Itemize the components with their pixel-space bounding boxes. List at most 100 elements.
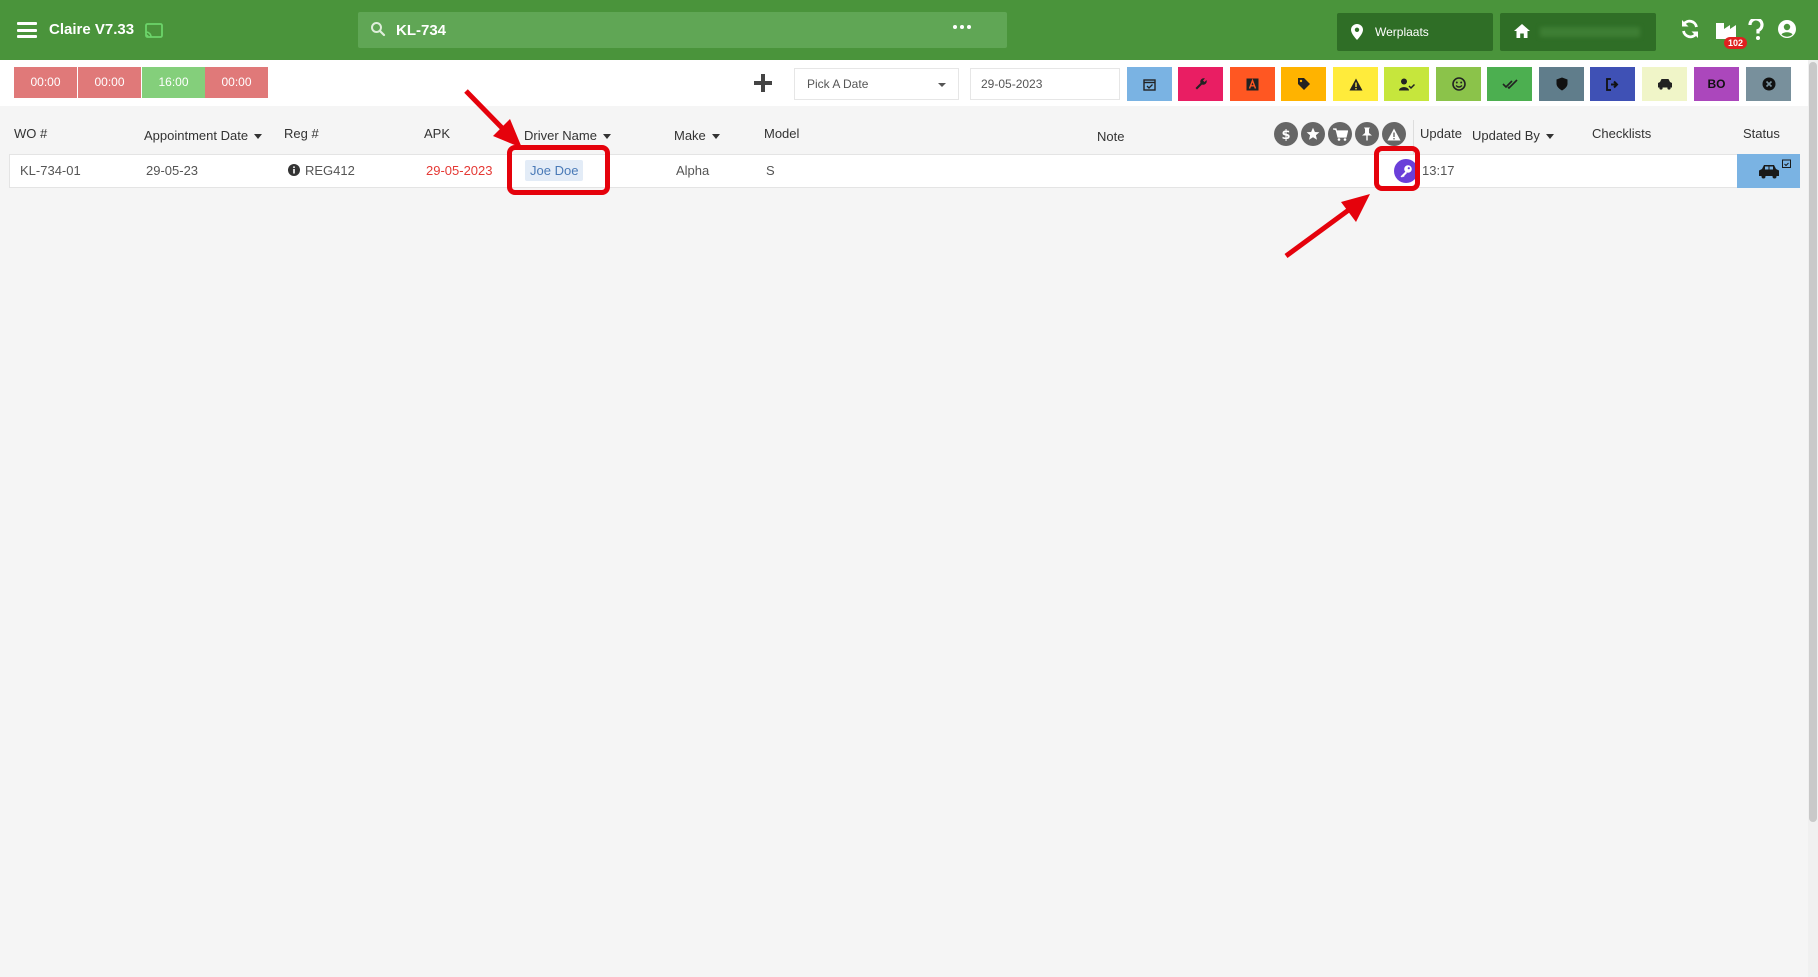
smiley-icon (1451, 77, 1466, 91)
column-update: Update (1420, 126, 1462, 141)
home-selector[interactable] (1500, 13, 1656, 51)
column-appointment-date-label: Appointment Date (144, 128, 249, 143)
star-icon[interactable] (1301, 122, 1325, 146)
warning-icon[interactable] (1382, 122, 1406, 146)
search-input[interactable] (396, 12, 916, 48)
dollar-icon[interactable]: $ (1274, 122, 1298, 146)
car-icon (1657, 79, 1672, 90)
column-driver-name-label: Driver Name (524, 128, 597, 143)
cell-wo[interactable]: KL-734-01 (20, 163, 81, 178)
sign-out-icon (1605, 77, 1618, 91)
column-make-label: Make (674, 128, 706, 143)
filter-calendar-check-button[interactable] (1127, 67, 1172, 101)
factory-icon[interactable] (1715, 19, 1737, 39)
sort-caret-icon[interactable] (602, 134, 611, 140)
search-bar (358, 12, 1007, 48)
filter-smiley-button[interactable] (1436, 67, 1481, 101)
page-scrollbar[interactable] (1808, 60, 1818, 977)
cell-apk: 29-05-2023 (426, 163, 493, 178)
arrow-to-key-line (1284, 206, 1352, 259)
chevron-down-icon (938, 83, 946, 87)
wrench-icon (1195, 78, 1207, 90)
time-slot-4[interactable]: 00:00 (205, 67, 268, 98)
time-slot-3[interactable]: 16:00 (142, 67, 205, 98)
refresh-icon[interactable] (1680, 19, 1700, 39)
column-checklists: Checklists (1592, 126, 1652, 141)
column-reg: Reg # (284, 126, 319, 141)
filter-shield-button[interactable] (1539, 67, 1584, 101)
add-icon[interactable] (754, 74, 772, 92)
location-label: Werplaats (1375, 25, 1429, 39)
filter-close-button[interactable] (1746, 67, 1791, 101)
cell-reg: REG412 (288, 163, 355, 178)
status-cell[interactable] (1737, 154, 1800, 188)
home-icon (1514, 24, 1530, 38)
scrollbar-thumb[interactable] (1809, 62, 1817, 822)
driver-name-highlight (507, 145, 610, 195)
filter-bo-button[interactable]: BO (1694, 67, 1739, 101)
search-icon (371, 22, 386, 37)
user-account-icon[interactable] (1777, 19, 1797, 39)
column-wo: WO # (14, 126, 48, 141)
cast-icon[interactable] (145, 23, 163, 39)
column-updated-by-label: Updated By (1472, 128, 1540, 143)
filter-toolbar: 00:00 00:00 16:00 00:00 Pick A Date BO (0, 60, 1818, 106)
cell-model: S (766, 163, 775, 178)
help-icon[interactable] (1748, 19, 1764, 41)
tag-icon (1297, 78, 1310, 90)
car-icon (1759, 165, 1779, 179)
filter-wrench-button[interactable] (1178, 67, 1223, 101)
sort-caret-icon[interactable] (254, 134, 263, 140)
column-driver-name[interactable]: Driver Name (524, 128, 611, 143)
filter-letter-a-button[interactable] (1230, 67, 1275, 101)
arrow-to-key-head (1341, 194, 1370, 222)
notification-badge: 102 (1724, 37, 1748, 49)
filter-car-button[interactable] (1642, 67, 1687, 101)
filter-double-check-button[interactable] (1487, 67, 1532, 101)
close-circle-icon (1762, 77, 1775, 91)
menu-icon[interactable] (17, 22, 37, 38)
sort-caret-icon[interactable] (1545, 134, 1554, 140)
svg-text:$: $ (1281, 128, 1290, 141)
cell-appointment-date: 29-05-23 (146, 163, 199, 178)
column-updated-by[interactable]: Updated By (1472, 128, 1554, 143)
date-input[interactable] (970, 68, 1120, 100)
filter-tag-button[interactable] (1281, 67, 1326, 101)
double-check-icon (1501, 79, 1518, 89)
column-model: Model (764, 126, 800, 141)
cell-reg-value: REG412 (305, 163, 355, 178)
filter-user-check-button[interactable] (1384, 67, 1429, 101)
cell-make: Alpha (676, 163, 710, 178)
column-appointment-date[interactable]: Appointment Date (144, 128, 263, 143)
letter-a-icon (1246, 78, 1259, 90)
table-row[interactable]: KL-734-01 29-05-23 REG412 29-05-2023 Joe… (9, 154, 1800, 188)
info-icon[interactable] (288, 164, 300, 176)
date-picker[interactable]: Pick A Date (794, 68, 959, 100)
more-options-icon[interactable] (953, 25, 971, 29)
column-make[interactable]: Make (674, 128, 720, 143)
shield-icon (1556, 77, 1567, 91)
user-check-icon (1398, 78, 1415, 90)
filter-warning-button[interactable] (1333, 67, 1378, 101)
warning-icon (1349, 78, 1362, 90)
calendar-check-icon (1782, 159, 1791, 168)
filter-sign-out-button[interactable] (1590, 67, 1635, 101)
key-icon-highlight (1374, 146, 1420, 191)
time-slot-2[interactable]: 00:00 (78, 67, 141, 98)
cell-update: 13:17 (1422, 163, 1455, 178)
column-note: Note (1097, 129, 1125, 144)
location-selector[interactable]: Werplaats (1337, 13, 1493, 51)
table-header: WO # Appointment Date Reg # APK Driver N… (0, 106, 1818, 154)
column-status: Status (1743, 126, 1780, 141)
top-app-bar: Claire V7.33 Werplaats 102 (0, 0, 1818, 60)
app-title: Claire V7.33 (49, 21, 135, 38)
map-pin-icon (1351, 24, 1363, 40)
date-picker-placeholder: Pick A Date (807, 77, 869, 91)
time-slot-1[interactable]: 00:00 (14, 67, 77, 98)
pin-icon[interactable] (1355, 122, 1379, 146)
sort-caret-icon[interactable] (711, 134, 720, 140)
cart-icon[interactable] (1328, 122, 1352, 146)
column-apk: APK (424, 126, 451, 141)
home-label-blurred (1540, 27, 1640, 37)
calendar-check-icon (1143, 78, 1156, 91)
